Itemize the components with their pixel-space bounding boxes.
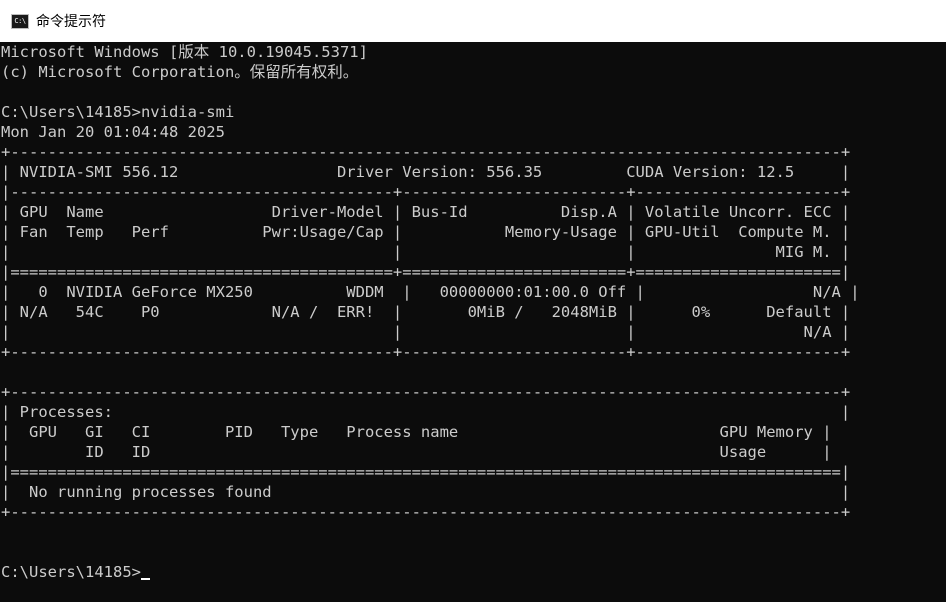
console-line: Mon Jan 20 01:04:48 2025 xyxy=(1,123,225,141)
console-line: | GPU Name Driver-Model | Bus-Id Disp.A … xyxy=(1,203,851,221)
console-line: | 0 NVIDIA GeForce MX250 WDDM | 00000000… xyxy=(1,283,860,301)
console-output[interactable]: Microsoft Windows [版本 10.0.19045.5371] (c… xyxy=(0,42,946,602)
console-line: | N/A 54C P0 N/A / ERR! | 0MiB / 2048MiB… xyxy=(1,303,851,321)
prompt-line[interactable]: C:\Users\14185> xyxy=(1,562,946,582)
cmd-app-icon: C:\ xyxy=(11,13,29,29)
console-line: (c) Microsoft Corporation。保留所有权利。 xyxy=(1,63,359,81)
title-bar[interactable]: C:\ 命令提示符 xyxy=(0,0,946,42)
text-cursor xyxy=(140,578,150,580)
console-line: +---------------------------------------… xyxy=(1,343,851,361)
console-line: | Processes: | xyxy=(1,403,851,421)
prompt-text: C:\Users\14185> xyxy=(1,563,141,581)
console-line: | GPU GI CI PID Type Process name GPU Me… xyxy=(1,423,832,441)
window-title: 命令提示符 xyxy=(36,14,106,30)
command-prompt-window: C:\ 命令提示符 Microsoft Windows [版本 10.0.190… xyxy=(0,0,946,602)
console-line: +---------------------------------------… xyxy=(1,503,851,521)
console-line: |---------------------------------------… xyxy=(1,183,851,201)
console-line: | | | MIG M. | xyxy=(1,243,851,261)
console-line: | | | N/A | xyxy=(1,323,851,341)
console-line: +---------------------------------------… xyxy=(1,383,851,401)
console-line: |=======================================… xyxy=(1,263,851,281)
console-line: | NVIDIA-SMI 556.12 Driver Version: 556.… xyxy=(1,163,851,181)
console-line: C:\Users\14185>nvidia-smi xyxy=(1,103,235,121)
console-line: | ID ID Usage | xyxy=(1,443,832,461)
console-line: |=======================================… xyxy=(1,463,851,481)
console-line: Microsoft Windows [版本 10.0.19045.5371] xyxy=(1,43,368,61)
console-line: | Fan Temp Perf Pwr:Usage/Cap | Memory-U… xyxy=(1,223,851,241)
console-line: +---------------------------------------… xyxy=(1,143,851,161)
console-line: | No running processes found | xyxy=(1,483,851,501)
